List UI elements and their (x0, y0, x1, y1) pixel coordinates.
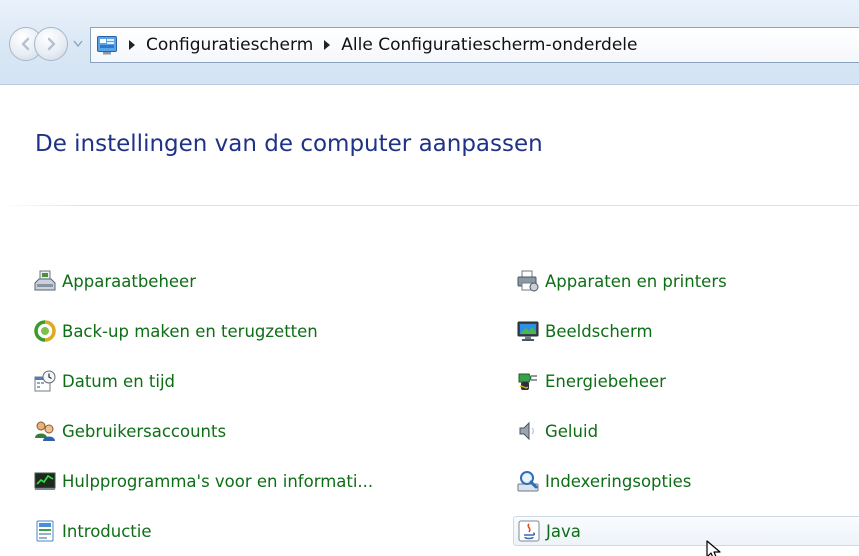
forward-button[interactable] (34, 27, 68, 61)
item-back-up-maken[interactable]: Back-up maken en terugzetten (34, 316, 318, 346)
date-time-icon (34, 370, 56, 392)
chevron-down-icon[interactable] (72, 39, 84, 49)
getting-started-icon (36, 520, 54, 542)
item-gebruikersaccounts[interactable]: Gebruikersaccounts (34, 416, 226, 446)
item-label: Energiebeheer (545, 371, 666, 391)
breadcrumb-arrow-icon[interactable] (323, 40, 331, 50)
user-accounts-icon (35, 421, 55, 441)
item-beeldscherm[interactable]: Beeldscherm (517, 316, 653, 346)
item-introductie[interactable]: Introductie (34, 516, 152, 546)
navigation-bar: Configuratiescherm Alle Configuratiesche… (0, 0, 859, 85)
item-hulpprogrammas[interactable]: Hulpprogramma's voor en informati... (34, 466, 373, 496)
item-label: Apparaatbeheer (62, 271, 196, 291)
page-title: De instellingen van de computer aanpasse… (35, 131, 543, 157)
control-panel-icon (97, 36, 117, 55)
item-label: Java (546, 521, 581, 541)
item-label: Indexeringsopties (545, 471, 692, 491)
backup-restore-icon (34, 320, 56, 342)
indexing-options-icon (517, 471, 539, 492)
item-label: Apparaten en printers (545, 271, 727, 291)
item-label: Geluid (545, 421, 599, 441)
arrow-right-icon (47, 37, 56, 51)
device-manager-icon (34, 270, 56, 291)
sound-icon (519, 421, 535, 441)
item-label: Beeldscherm (545, 321, 653, 341)
item-apparaatbeheer[interactable]: Apparaatbeheer (34, 266, 196, 296)
address-bar[interactable]: Configuratiescherm Alle Configuratiesche… (90, 27, 859, 63)
item-label: Gebruikersaccounts (62, 421, 227, 441)
performance-tools-icon (34, 472, 56, 490)
breadcrumb-item-alle-onderdelen[interactable]: Alle Configuratiescherm-onderdele (341, 35, 637, 55)
item-energiebeheer[interactable]: Energiebeheer (517, 366, 666, 396)
java-icon (518, 520, 540, 542)
item-label: Back-up maken en terugzetten (62, 321, 318, 341)
item-apparaten-en-printers[interactable]: Apparaten en printers (517, 266, 727, 296)
breadcrumb-item-configuratiescherm[interactable]: Configuratiescherm (146, 35, 313, 55)
item-geluid[interactable]: Geluid (517, 416, 598, 446)
item-label: Datum en tijd (62, 371, 176, 391)
item-label: Introductie (62, 521, 152, 541)
power-options-icon (518, 373, 537, 390)
item-java[interactable]: Java (513, 516, 859, 546)
arrow-left-icon (21, 37, 30, 51)
item-label: Hulpprogramma's voor en informati... (62, 471, 374, 491)
display-icon (517, 321, 539, 341)
item-indexeringsopties[interactable]: Indexeringsopties (517, 466, 691, 496)
control-panel-window: Configuratiescherm Alle Configuratiesche… (0, 0, 859, 556)
item-datum-en-tijd[interactable]: Datum en tijd (34, 366, 175, 396)
header-divider (0, 205, 859, 206)
breadcrumb-arrow-icon[interactable] (128, 40, 136, 50)
mouse-cursor-icon (706, 540, 721, 556)
devices-printers-icon (517, 270, 539, 292)
